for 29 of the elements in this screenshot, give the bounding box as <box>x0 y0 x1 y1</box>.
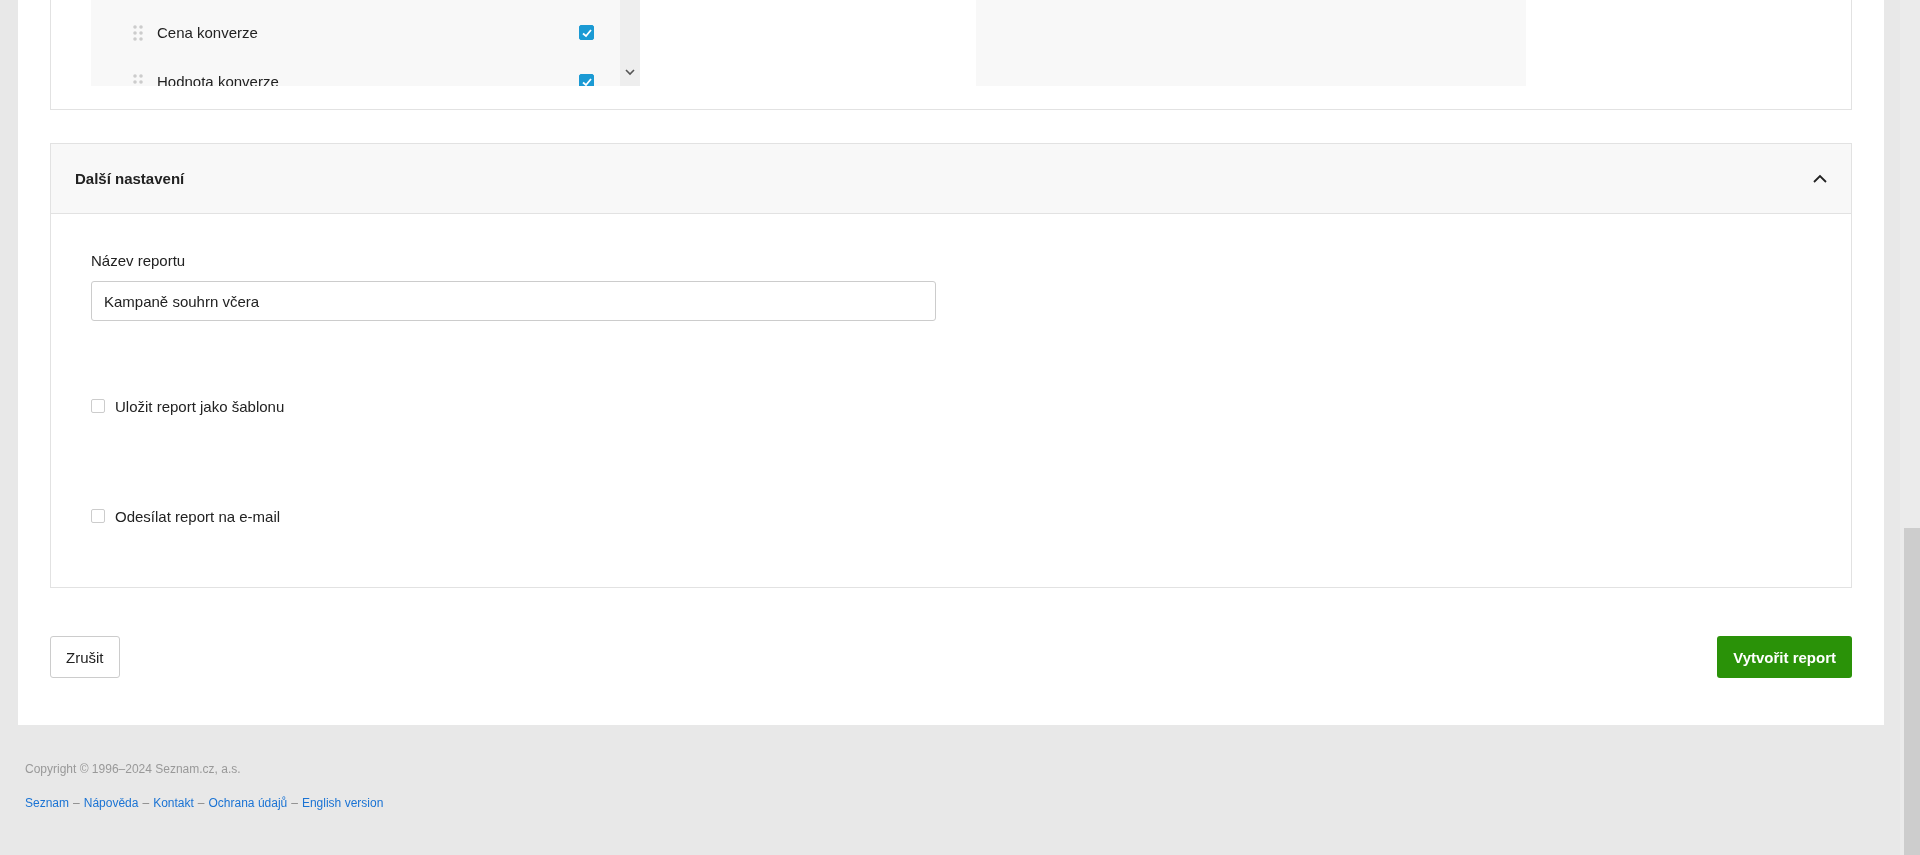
footer-link[interactable]: Ochrana údajů <box>208 796 288 810</box>
drag-handle-icon[interactable] <box>133 24 143 41</box>
footer-link[interactable]: Seznam <box>25 796 70 810</box>
checkbox[interactable] <box>91 399 105 413</box>
field-label: Název reportu <box>91 252 186 269</box>
column-label: Cena konverze <box>157 24 259 41</box>
copyright-text: Copyright © 1996–2024 Seznam.cz, a.s. <box>25 762 242 776</box>
separator: – <box>197 796 205 810</box>
checkbox[interactable] <box>579 25 594 40</box>
footer-link[interactable]: Kontakt <box>153 796 194 810</box>
checkbox-label: Uložit report jako šablonu <box>115 397 285 415</box>
input-field[interactable]: Kampaně souhrn včera <box>91 281 936 321</box>
chevron-down-icon[interactable] <box>625 69 635 76</box>
section-title: Další nastavení <box>75 170 185 187</box>
drag-handle-icon[interactable] <box>133 73 143 86</box>
footer-link[interactable]: English version <box>301 796 384 810</box>
separator: – <box>142 796 150 810</box>
chevron-icon[interactable] <box>1813 174 1827 183</box>
cancel-button[interactable]: Zrušit <box>50 636 120 678</box>
settings-header[interactable]: Další nastavení <box>51 144 1851 214</box>
checkbox[interactable] <box>91 509 105 523</box>
scrollbar[interactable] <box>620 0 640 86</box>
separator: – <box>291 796 298 810</box>
footer-link[interactable]: Nápověda <box>83 796 139 810</box>
checkbox[interactable] <box>579 74 594 86</box>
create-report-button[interactable]: Vytvořit report <box>1717 636 1852 678</box>
separator: – <box>73 796 80 810</box>
checkbox-label: Odesílat report na e-mail <box>115 507 281 525</box>
scrollbar-thumb[interactable] <box>1904 528 1920 855</box>
